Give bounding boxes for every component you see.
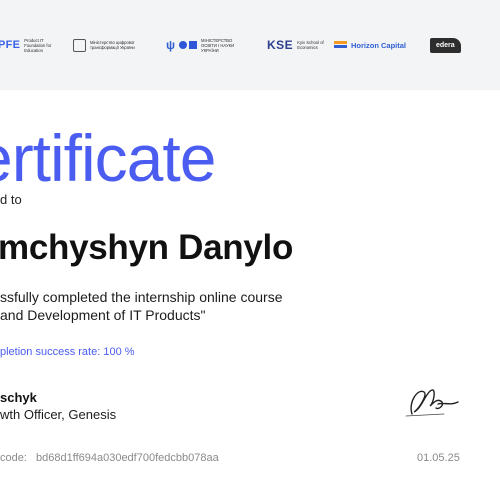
signer-title: wth Officer, Genesis xyxy=(0,407,117,422)
code-label: code: xyxy=(0,452,27,464)
course-description-line-2: and Development of IT Products" xyxy=(0,307,206,323)
horizon-capital-text: Horizon Capital xyxy=(351,40,407,50)
signer-name: schyk xyxy=(0,390,37,405)
education-ministry-logo: ψ МІНІСТЕРСТВО ОСВІТИ І НАУКИ УКРАЇНИ xyxy=(166,30,241,60)
pfe-logo-text: Product IT Foundation for Education xyxy=(24,37,52,53)
recipient-name: mchyshyn Danylo xyxy=(0,228,294,267)
course-description-line-1: ssfully completed the internship online … xyxy=(0,289,283,305)
edera-logo-text: edera xyxy=(430,37,461,53)
certificate-title: ertificate xyxy=(0,121,216,195)
course-description: ssfully completed the internship online … xyxy=(0,288,283,324)
kse-logo-text: Kyiv School of Economics xyxy=(297,40,324,50)
partner-logos: PFE Product IT Foundation for Education … xyxy=(0,30,500,60)
kse-logo: KSE Kyiv School of Economics xyxy=(267,30,325,60)
kse-logo-mark: KSE xyxy=(267,38,294,52)
digital-ministry-text: Міністерство цифрової трансформації Укра… xyxy=(90,40,135,50)
completion-success-rate: pletion success rate: 100 % xyxy=(0,346,135,358)
certificate-date: 01.05.25 xyxy=(417,452,460,464)
horizon-capital-icon xyxy=(334,40,347,50)
certificate-code: bd68d1ff694a030edf700fedcbb078aa xyxy=(36,452,219,464)
pfe-logo: PFE Product IT Foundation for Education xyxy=(0,30,54,60)
signature-image xyxy=(405,389,459,417)
pfe-logo-mark: PFE xyxy=(0,39,21,51)
partner-logos-band: PFE Product IT Foundation for Education … xyxy=(0,0,500,90)
ministry-emblem-icon xyxy=(73,38,86,52)
awarded-to-label: d to xyxy=(0,192,22,207)
digital-ministry-logo: Міністерство цифрової трансформації Укра… xyxy=(73,30,146,60)
moe-mark-icon xyxy=(179,41,198,49)
horizon-capital-logo: Horizon Capital xyxy=(334,30,406,60)
edera-logo: edera xyxy=(430,30,461,60)
education-ministry-text: МІНІСТЕРСТВО ОСВІТИ І НАУКИ УКРАЇНИ xyxy=(201,37,235,53)
trident-icon: ψ xyxy=(166,38,176,52)
